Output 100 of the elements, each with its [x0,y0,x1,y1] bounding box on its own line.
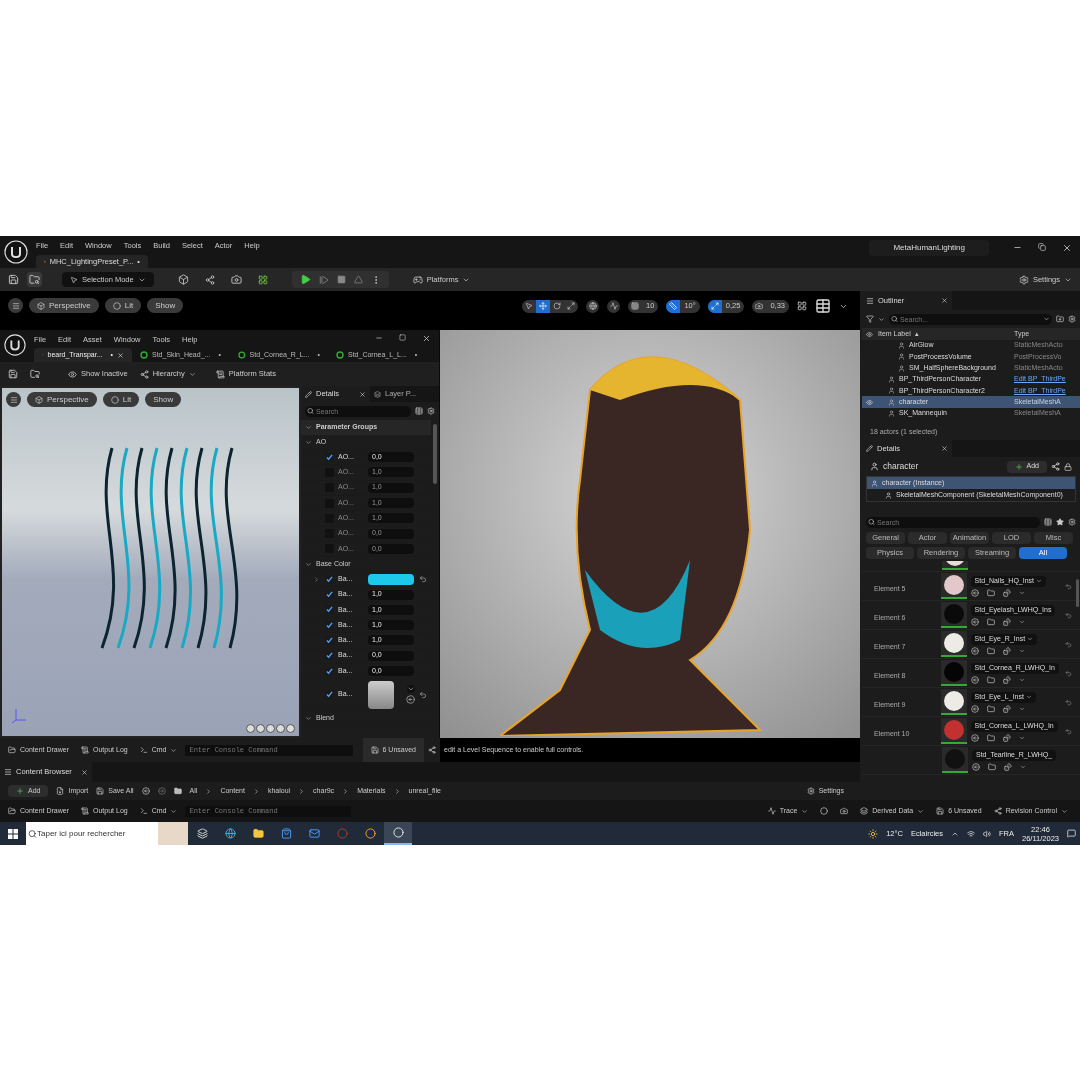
reset-icon[interactable] [1065,669,1072,677]
save-icon[interactable] [8,369,18,379]
browse-icon[interactable] [986,646,995,655]
browse-icon[interactable] [988,762,996,771]
windows-logo[interactable] [8,828,18,839]
transform-tool[interactable] [536,299,551,313]
close-icon[interactable] [422,334,431,343]
material-icon [238,351,246,359]
close-icon[interactable] [1062,243,1072,253]
close-icon[interactable] [359,390,366,398]
browse-icon[interactable] [30,369,40,379]
options-icon[interactable] [1002,733,1011,742]
search-icon [868,518,875,526]
angle-icon [669,302,678,310]
viewport-button[interactable]: Perspective [29,298,99,313]
viewport-button[interactable]: Show [145,392,182,407]
viewport-button[interactable]: Lit [104,298,142,313]
settings-icon[interactable] [1068,315,1076,323]
options-icon[interactable] [1002,588,1011,597]
color-swatch[interactable] [368,573,414,585]
reset-icon[interactable] [1065,698,1072,706]
world-button[interactable] [586,299,600,313]
viewport-button[interactable]: Perspective [27,392,97,407]
browse-icon[interactable] [986,675,995,684]
star-icon[interactable] [1056,518,1064,526]
add-actor-icon[interactable] [177,274,189,285]
layout-icon[interactable] [797,301,807,311]
engine-logo[interactable] [4,334,26,356]
volume-icon[interactable] [983,829,991,838]
play-icon[interactable] [299,274,311,285]
maximize-icon[interactable] [399,334,406,341]
menu-button[interactable] [8,298,23,313]
folder-icon [252,828,264,839]
use-asset-icon[interactable] [406,695,415,705]
collapse-icon[interactable] [305,714,312,722]
settings-icon[interactable] [1068,518,1076,526]
viewport-button[interactable]: Show [147,298,184,313]
options-icon[interactable] [1002,617,1011,626]
restore-icon[interactable] [1038,243,1046,251]
browse-icon[interactable] [986,588,995,597]
visibility-icon[interactable] [865,398,873,406]
browse-icon[interactable] [986,704,995,713]
stop-icon[interactable] [336,275,346,284]
screenshot-icon[interactable] [840,807,849,815]
use-asset-icon[interactable] [970,617,979,626]
blueprint-icon[interactable] [1051,462,1060,471]
close-icon[interactable] [941,445,948,452]
save-icon [96,787,105,795]
lock-icon[interactable] [1064,462,1072,471]
blueprint-icon[interactable] [204,274,215,285]
scrollbar[interactable] [1076,579,1079,607]
options-icon[interactable] [1002,675,1011,684]
save-icon[interactable] [8,274,19,285]
add-folder-icon[interactable] [1056,315,1064,323]
scrollbar[interactable] [433,424,437,484]
browse-icon[interactable] [986,733,995,742]
use-asset-icon[interactable] [970,675,979,684]
reset-icon[interactable] [1065,640,1072,648]
filter-icon[interactable] [866,315,874,323]
back-icon[interactable] [141,787,150,795]
browse-button[interactable] [27,272,42,287]
reset-icon[interactable] [1065,727,1072,735]
options-icon[interactable] [1002,646,1011,655]
cube-icon [35,395,43,404]
table-icon[interactable] [1044,518,1052,526]
use-asset-icon[interactable] [970,646,979,655]
notifications-icon[interactable] [1067,829,1076,838]
options-icon[interactable] [1004,762,1012,771]
taskbar-app-button[interactable] [384,822,412,845]
close-icon[interactable] [81,768,88,776]
caret-icon [1018,618,1025,625]
material-icon [140,351,148,359]
separator-icon [298,787,306,795]
browse-icon[interactable] [986,617,995,626]
table-icon[interactable] [415,407,423,415]
use-asset-icon[interactable] [970,733,979,742]
caret-icon[interactable] [406,685,415,694]
step-icon[interactable] [318,274,329,285]
reset-icon[interactable] [1065,582,1072,590]
options-icon[interactable] [1002,704,1011,713]
surface-snap-button[interactable] [607,299,621,313]
network-icon[interactable] [967,829,975,838]
viewport-layout-icon[interactable] [815,298,831,314]
use-asset-icon[interactable] [970,704,979,713]
use-asset-icon[interactable] [970,588,979,597]
engine-logo[interactable] [4,240,28,264]
taskbar-search-field[interactable]: Taper ici pour rechercher [26,822,158,845]
settings-icon[interactable] [427,407,435,415]
use-asset-icon[interactable] [972,762,980,771]
reset-icon[interactable] [419,690,427,699]
modes-icon[interactable] [257,274,268,285]
folder-icon [8,746,16,754]
reset-icon[interactable] [1065,611,1072,619]
cinematics-icon[interactable] [230,274,242,285]
collapse-icon[interactable] [305,560,312,568]
record-icon[interactable] [820,807,829,815]
close-icon[interactable] [941,297,948,304]
source-control-icon[interactable] [428,746,436,754]
texture-thumbnail[interactable] [368,680,394,709]
reset-icon[interactable] [419,575,427,584]
